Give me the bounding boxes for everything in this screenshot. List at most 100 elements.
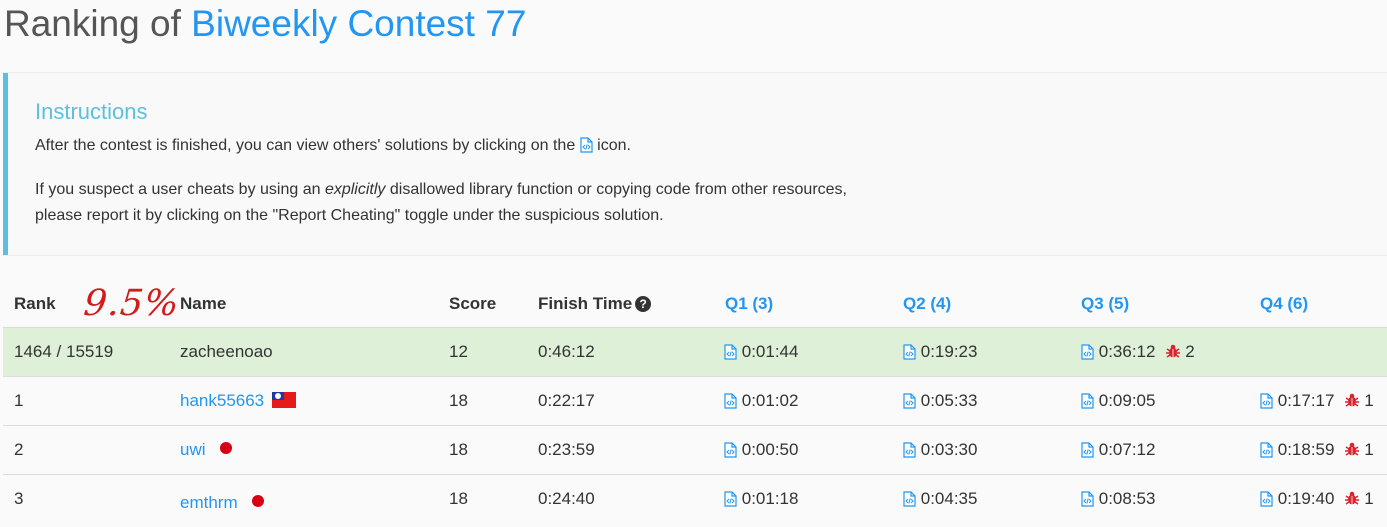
q1-cell: 0:00:50 <box>724 426 798 474</box>
rank-cell: 1 <box>14 391 24 410</box>
column-q3[interactable]: Q3 (5) <box>1081 294 1129 314</box>
q2-cell: 0:03:30 <box>903 426 977 474</box>
q3-time: 0:09:05 <box>1098 391 1156 410</box>
bug-icon <box>1344 392 1360 408</box>
rank-cell: 3 <box>14 489 24 508</box>
q2-cell: 0:19:23 <box>903 328 977 376</box>
code-file-icon[interactable] <box>1081 491 1094 507</box>
code-file-icon[interactable] <box>903 442 916 458</box>
column-q4[interactable]: Q4 (6) <box>1260 294 1308 314</box>
q4-cell: 0:19:40 1 <box>1260 475 1374 523</box>
code-file-icon[interactable] <box>903 393 916 409</box>
q3-bug-count: 2 <box>1185 342 1195 361</box>
q4-bug-count: 1 <box>1364 489 1374 508</box>
column-q2[interactable]: Q2 (4) <box>903 294 951 314</box>
q4-cell: 0:17:17 1 <box>1260 377 1374 425</box>
column-q1[interactable]: Q1 (3) <box>725 294 773 314</box>
q3-cell: 0:36:12 2 <box>1081 328 1195 376</box>
table-row: 2 uwi 18 0:23:59 0:00:50 0:03:30 0:07:12… <box>3 425 1387 474</box>
page-title: Ranking of Biweekly Contest 77 <box>4 2 526 46</box>
instructions-accent-bar <box>3 73 8 255</box>
code-file-icon[interactable] <box>1081 442 1094 458</box>
score-cell: 18 <box>449 489 468 508</box>
rank-cell: 1464 / 15519 <box>14 342 114 361</box>
table-row: 1464 / 15519 zacheenoao 12 0:46:12 0:01:… <box>3 327 1387 376</box>
instructions-line-1-text: After the contest is finished, you can v… <box>35 137 576 154</box>
code-file-icon[interactable] <box>1260 393 1273 409</box>
q4-time: 0:18:59 <box>1277 440 1335 459</box>
instructions-line-2-a: If you suspect a user cheats by using an <box>35 181 321 198</box>
instructions-line-2-b: disallowed library function or copying c… <box>389 181 847 198</box>
name-cell: emthrm <box>180 479 264 527</box>
taiwan-flag-icon <box>272 392 297 408</box>
instructions-heading: Instructions <box>35 99 148 124</box>
code-file-icon[interactable] <box>724 344 737 360</box>
code-file-icon[interactable] <box>1081 344 1094 360</box>
q2-cell: 0:05:33 <box>903 377 977 425</box>
q2-time: 0:19:23 <box>920 342 978 361</box>
q1-cell: 0:01:18 <box>724 475 798 523</box>
code-file-icon[interactable] <box>903 344 916 360</box>
q4-bug-count: 1 <box>1364 391 1374 410</box>
q4-time: 0:17:17 <box>1277 391 1335 410</box>
column-name: Name <box>180 294 227 313</box>
user-link[interactable]: hank55663 <box>180 391 264 410</box>
code-file-icon[interactable] <box>1260 442 1273 458</box>
table-header: Rank Name Score Finish Time? Q1 (3) Q2 (… <box>0 282 1387 326</box>
code-file-icon[interactable] <box>724 442 737 458</box>
q1-cell: 0:01:44 <box>724 328 798 376</box>
finish-time-cell: 0:22:17 <box>538 391 595 410</box>
q3-time: 0:36:12 <box>1098 342 1156 361</box>
user-link[interactable]: uwi <box>180 440 206 459</box>
q1-time: 0:01:02 <box>741 391 799 410</box>
q2-cell: 0:04:35 <box>903 475 977 523</box>
code-file-icon[interactable] <box>724 393 737 409</box>
instructions-line-2-em: explicitly <box>324 181 386 198</box>
instructions-line-1-end: icon. <box>597 137 631 154</box>
code-file-icon[interactable] <box>1081 393 1094 409</box>
score-cell: 12 <box>449 342 468 361</box>
q2-time: 0:05:33 <box>920 391 978 410</box>
q1-cell: 0:01:02 <box>724 377 798 425</box>
title-prefix: Ranking of <box>4 3 181 44</box>
q4-bug-count: 1 <box>1364 440 1374 459</box>
instructions-line-1: After the contest is finished, you can v… <box>35 137 631 155</box>
q1-time: 0:01:44 <box>741 342 799 361</box>
instructions-line-2: If you suspect a user cheats by using an… <box>35 181 847 199</box>
rank-cell: 2 <box>14 440 24 459</box>
q3-cell: 0:09:05 <box>1081 377 1155 425</box>
finish-time-cell: 0:46:12 <box>538 342 595 361</box>
q3-time: 0:07:12 <box>1098 440 1156 459</box>
code-file-icon[interactable] <box>1260 491 1273 507</box>
table-row: 1 hank55663 18 0:22:17 0:01:02 0:05:33 0… <box>3 376 1387 425</box>
q3-time: 0:08:53 <box>1098 489 1156 508</box>
q4-time: 0:19:40 <box>1277 489 1335 508</box>
q1-time: 0:00:50 <box>741 440 799 459</box>
finish-time-cell: 0:23:59 <box>538 440 595 459</box>
column-finish-time-label: Finish Time <box>538 294 633 313</box>
q3-cell: 0:08:53 <box>1081 475 1155 523</box>
bug-icon <box>1344 441 1360 457</box>
column-finish-time: Finish Time? <box>538 294 652 314</box>
code-file-icon[interactable] <box>724 491 737 507</box>
name-cell: hank55663 <box>180 377 297 425</box>
japan-flag-icon <box>251 495 264 507</box>
finish-time-cell: 0:24:40 <box>538 489 595 508</box>
code-file-icon <box>580 137 593 153</box>
q2-time: 0:04:35 <box>920 489 978 508</box>
code-file-icon[interactable] <box>903 491 916 507</box>
user-link[interactable]: emthrm <box>180 493 238 512</box>
bug-icon <box>1344 490 1360 506</box>
instructions-panel: Instructions After the contest is finish… <box>3 72 1387 256</box>
table-row: 3 emthrm 18 0:24:40 0:01:18 0:04:35 0:08… <box>3 474 1387 523</box>
bug-icon <box>1165 343 1181 359</box>
question-circle-icon[interactable]: ? <box>635 296 652 312</box>
column-rank: Rank <box>14 294 56 313</box>
q3-cell: 0:07:12 <box>1081 426 1155 474</box>
contest-name: Biweekly Contest 77 <box>191 3 527 44</box>
score-cell: 18 <box>449 440 468 459</box>
score-cell: 18 <box>449 391 468 410</box>
instructions-line-3: please report it by clicking on the "Rep… <box>35 207 664 224</box>
q2-time: 0:03:30 <box>920 440 978 459</box>
q4-cell: 0:18:59 1 <box>1260 426 1374 474</box>
